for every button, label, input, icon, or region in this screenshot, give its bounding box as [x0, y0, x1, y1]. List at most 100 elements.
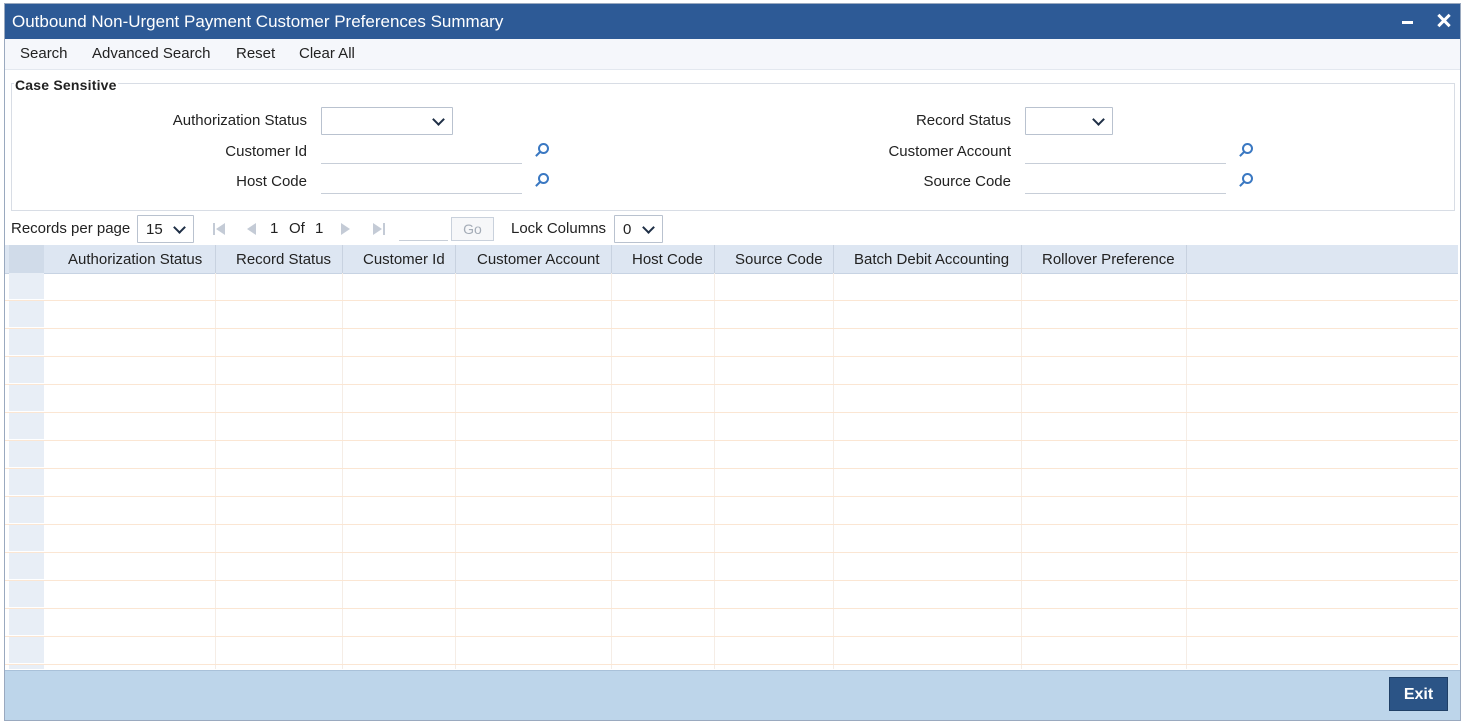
column-authorization-status[interactable]: Authorization Status [68, 251, 202, 268]
records-per-page-label: Records per page [11, 220, 131, 237]
cell-divider [833, 525, 834, 552]
lock-columns-label: Lock Columns [511, 220, 607, 237]
host-code-lookup-icon[interactable] [534, 173, 550, 189]
cell-divider [1021, 525, 1022, 552]
pagination-bar: Records per page 15 1 Of 1 Go Lock Colum… [5, 214, 1460, 248]
cell-divider [455, 609, 456, 636]
select-all-header[interactable] [9, 245, 44, 273]
column-customer-id[interactable]: Customer Id [363, 251, 445, 268]
cell-divider [1186, 497, 1187, 524]
customer-id-label: Customer Id [225, 143, 307, 160]
row-select-cell[interactable] [9, 665, 44, 669]
cell-divider [714, 329, 715, 356]
cell-divider [1186, 665, 1187, 669]
cell-divider [215, 357, 216, 384]
search-button[interactable]: Search [20, 45, 68, 62]
row-select-cell[interactable] [9, 609, 44, 635]
row-select-cell[interactable] [9, 329, 44, 355]
cell-divider [1021, 413, 1022, 440]
customer-account-input[interactable] [1025, 137, 1226, 164]
table-row[interactable] [5, 525, 1458, 553]
cell-divider [611, 497, 612, 524]
table-row[interactable] [5, 553, 1458, 581]
row-select-cell[interactable] [9, 497, 44, 523]
cell-divider [714, 581, 715, 608]
table-row[interactable] [5, 301, 1458, 329]
cell-divider [215, 525, 216, 552]
table-row[interactable] [5, 665, 1458, 669]
record-status-select[interactable] [1025, 107, 1113, 135]
exit-button[interactable]: Exit [1389, 677, 1448, 711]
lock-columns-select[interactable]: 0 [614, 215, 663, 243]
table-row[interactable] [5, 497, 1458, 525]
customer-id-input[interactable] [321, 137, 522, 164]
column-customer-account[interactable]: Customer Account [477, 251, 600, 268]
go-button[interactable]: Go [451, 217, 494, 241]
table-row[interactable] [5, 357, 1458, 385]
column-host-code[interactable]: Host Code [632, 251, 703, 268]
cell-divider [611, 385, 612, 412]
row-select-cell[interactable] [9, 301, 44, 327]
authorization-status-select[interactable] [321, 107, 453, 135]
table-row[interactable] [5, 469, 1458, 497]
row-select-cell[interactable] [9, 441, 44, 467]
row-select-cell[interactable] [9, 357, 44, 383]
customer-id-lookup-icon[interactable] [534, 143, 550, 159]
cell-divider [611, 329, 612, 356]
minimize-icon[interactable] [1398, 9, 1420, 33]
table-row[interactable] [5, 413, 1458, 441]
column-source-code[interactable]: Source Code [735, 251, 823, 268]
cell-divider [342, 609, 343, 636]
cell-divider [342, 329, 343, 356]
cell-divider [1021, 637, 1022, 664]
advanced-search-button[interactable]: Advanced Search [92, 45, 210, 62]
cell-divider [342, 469, 343, 496]
column-rollover-preference[interactable]: Rollover Preference [1042, 251, 1175, 268]
last-page-icon[interactable] [372, 222, 386, 236]
cell-divider [455, 497, 456, 524]
records-per-page-select[interactable]: 15 [137, 215, 194, 243]
cell-divider [1186, 301, 1187, 328]
table-row[interactable] [5, 441, 1458, 469]
row-select-cell[interactable] [9, 273, 44, 299]
row-select-cell[interactable] [9, 581, 44, 607]
row-select-cell[interactable] [9, 413, 44, 439]
cell-divider [215, 329, 216, 356]
table-row[interactable] [5, 329, 1458, 357]
row-select-cell[interactable] [9, 525, 44, 551]
cell-divider [1186, 553, 1187, 580]
table-row[interactable] [5, 609, 1458, 637]
cell-divider [455, 357, 456, 384]
row-select-cell[interactable] [9, 385, 44, 411]
table-row[interactable] [5, 637, 1458, 665]
cell-divider [611, 553, 612, 580]
cell-divider [1186, 385, 1187, 412]
table-row[interactable] [5, 385, 1458, 413]
cell-divider [714, 385, 715, 412]
reset-button[interactable]: Reset [236, 45, 275, 62]
source-code-lookup-icon[interactable] [1238, 173, 1254, 189]
table-row[interactable] [5, 273, 1458, 301]
cell-divider [342, 441, 343, 468]
clear-all-button[interactable]: Clear All [299, 45, 355, 62]
host-code-input[interactable] [321, 167, 522, 194]
source-code-input[interactable] [1025, 167, 1226, 194]
cell-divider [611, 357, 612, 384]
column-record-status[interactable]: Record Status [236, 251, 331, 268]
next-page-icon[interactable] [339, 222, 353, 236]
page-number-input[interactable] [399, 217, 448, 241]
customer-account-label: Customer Account [888, 143, 1011, 160]
footer-bar: Exit [5, 670, 1460, 720]
cell-divider [215, 469, 216, 496]
customer-account-lookup-icon[interactable] [1238, 143, 1254, 159]
row-select-cell[interactable] [9, 469, 44, 495]
column-batch-debit-accounting[interactable]: Batch Debit Accounting [854, 251, 1009, 268]
cell-divider [342, 413, 343, 440]
cell-divider [342, 357, 343, 384]
close-icon[interactable] [1434, 9, 1456, 33]
row-select-cell[interactable] [9, 637, 44, 663]
first-page-icon[interactable] [213, 222, 227, 236]
table-row[interactable] [5, 581, 1458, 609]
row-select-cell[interactable] [9, 553, 44, 579]
previous-page-icon[interactable] [245, 222, 259, 236]
